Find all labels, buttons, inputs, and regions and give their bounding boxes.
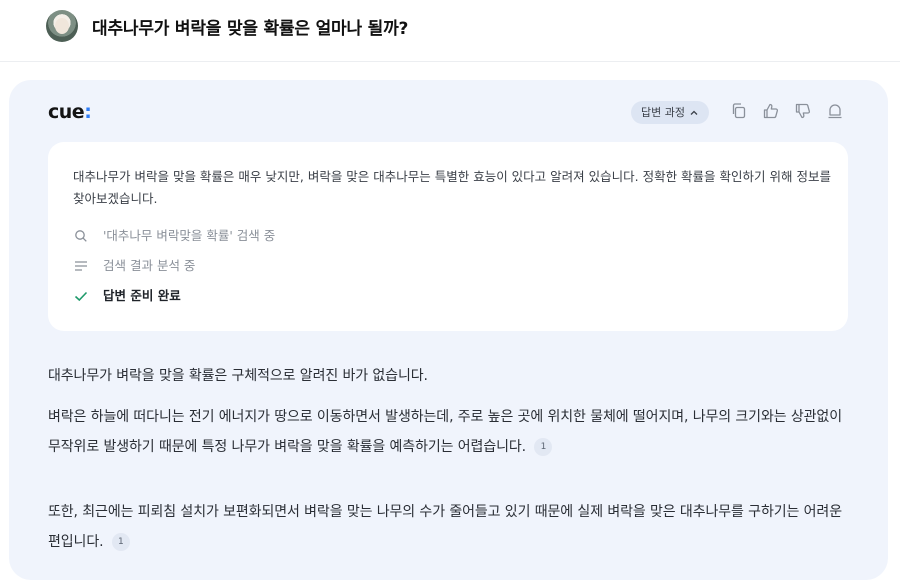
thumbs-down-icon[interactable]	[794, 102, 812, 120]
chevron-up-icon	[690, 110, 698, 115]
process-toggle-label: 답변 과정	[641, 106, 685, 119]
answer-paragraph: 또한, 최근에는 피뢰침 설치가 보편화되면서 벼락을 맞는 나무의 수가 줄어…	[48, 504, 842, 551]
citation-badge[interactable]: 1	[111, 533, 130, 551]
process-step-search: '대추나무 벼락맞을 확률' 검색 중	[73, 226, 275, 246]
thumbs-up-icon[interactable]	[762, 102, 780, 120]
lines-icon	[75, 261, 87, 271]
question-header: 대추나무가 벼락을 맞을 확률은 얼마나 될까?	[0, 0, 900, 62]
process-step-ready: 답변 준비 완료	[73, 286, 181, 306]
avatar	[46, 10, 78, 42]
answer-process-toggle[interactable]: 답변 과정	[631, 101, 709, 124]
answer-paragraph: 대추나무가 벼락을 맞을 확률은 구체적으로 알려진 바가 없습니다.	[48, 368, 428, 384]
check-icon	[74, 291, 88, 302]
copy-icon[interactable]	[730, 102, 748, 120]
answer-paragraph: 벼락은 하늘에 떠다니는 전기 에너지가 땅으로 이동하면서 발생하는데, 주로…	[48, 409, 842, 456]
search-icon	[75, 230, 87, 242]
question-title: 대추나무가 벼락을 맞을 확률은 얼마나 될까?	[92, 19, 409, 39]
report-icon[interactable]	[826, 102, 844, 120]
process-step-analyze: 검색 결과 분석 중	[73, 256, 195, 276]
citation-badge[interactable]: 1	[534, 438, 553, 456]
process-summary: 대추나무가 벼락을 맞을 확률은 매우 낮지만, 벼락을 맞은 대추나무는 특별…	[73, 169, 831, 206]
cue-logo: cue:	[48, 101, 92, 123]
